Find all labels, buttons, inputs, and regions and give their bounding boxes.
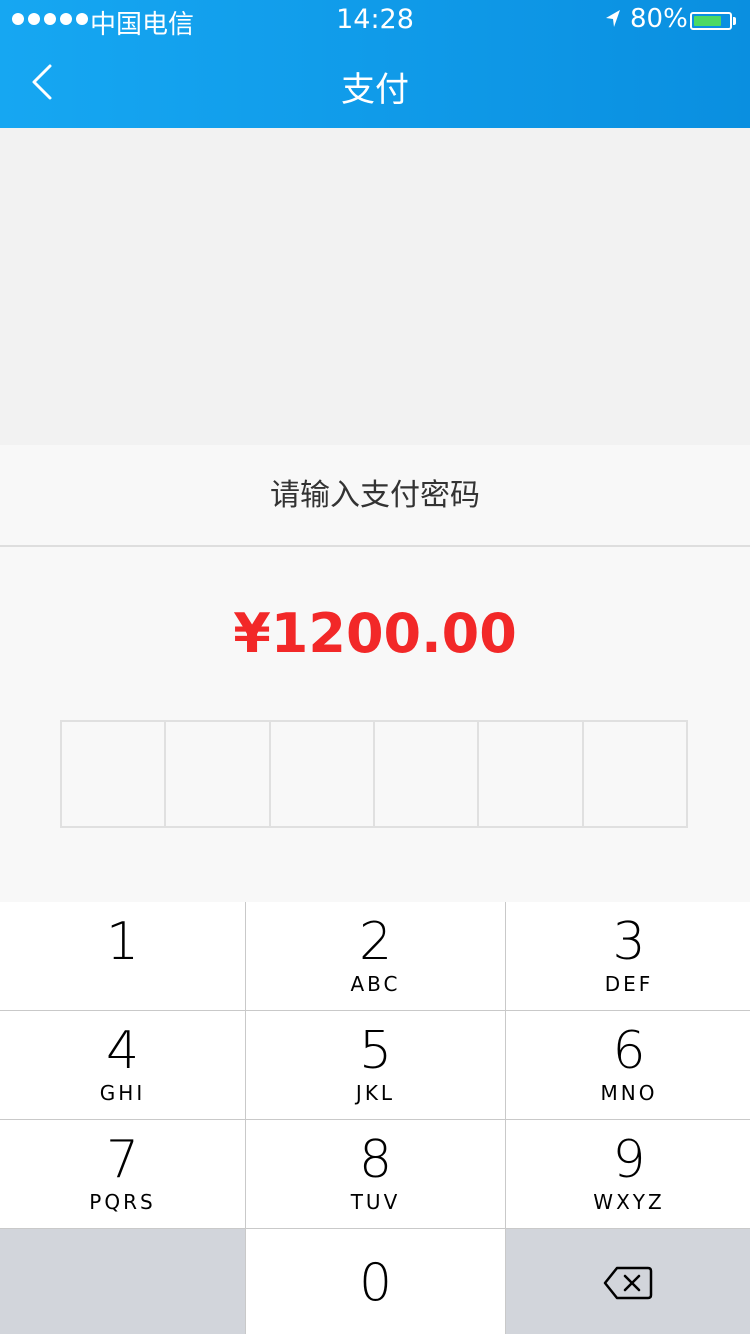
numeric-keypad: 1 2 ABC 3 DEF 4 GHI 5 JKL 6 MNO 7 PQRS 8… xyxy=(0,902,750,1334)
key-1[interactable]: 1 xyxy=(0,902,245,1010)
delete-key[interactable] xyxy=(506,1229,750,1334)
key-8[interactable]: 8 TUV xyxy=(246,1120,505,1228)
key-7[interactable]: 7 PQRS xyxy=(0,1120,245,1228)
location-arrow-icon xyxy=(606,10,620,27)
key-8-letters: TUV xyxy=(350,1190,401,1214)
payment-prompt: 请输入支付密码 xyxy=(0,445,750,547)
key-3-digit: 3 xyxy=(612,912,646,972)
battery-percent: 80% xyxy=(630,4,688,34)
key-blank xyxy=(0,1229,245,1334)
key-5[interactable]: 5 JKL xyxy=(246,1011,505,1119)
key-4-digit: 4 xyxy=(105,1021,140,1081)
password-input[interactable] xyxy=(60,720,688,828)
password-digit-cell[interactable] xyxy=(166,722,271,826)
key-9-letters: WXYZ xyxy=(593,1190,665,1214)
password-digit-cell[interactable] xyxy=(584,722,686,826)
key-5-letters: JKL xyxy=(355,1081,396,1105)
battery-tip xyxy=(733,17,736,25)
key-0-digit: 0 xyxy=(358,1253,393,1313)
battery-icon xyxy=(690,12,732,30)
password-digit-cell[interactable] xyxy=(479,722,584,826)
key-7-digit: 7 xyxy=(105,1130,140,1190)
password-digit-cell[interactable] xyxy=(271,722,375,826)
key-9[interactable]: 9 WXYZ xyxy=(506,1120,750,1228)
payment-amount: ¥1200.00 xyxy=(233,602,517,665)
key-5-digit: 5 xyxy=(358,1021,393,1081)
top-bar: 中国电信 14:28 80% 支付 xyxy=(0,0,750,128)
key-6-letters: MNO xyxy=(600,1081,658,1105)
key-0[interactable]: 0 xyxy=(246,1229,505,1334)
password-digit-cell[interactable] xyxy=(375,722,480,826)
key-3[interactable]: 3 DEF xyxy=(506,902,750,1010)
key-8-digit: 8 xyxy=(358,1130,393,1190)
key-1-digit: 1 xyxy=(105,912,140,972)
key-4[interactable]: 4 GHI xyxy=(0,1011,245,1119)
key-2-digit: 2 xyxy=(358,912,393,972)
key-2-letters: ABC xyxy=(350,972,401,996)
battery-level-fill xyxy=(694,16,721,26)
key-4-letters: GHI xyxy=(99,1081,146,1105)
key-2[interactable]: 2 ABC xyxy=(246,902,505,1010)
key-7-letters: PQRS xyxy=(89,1190,156,1214)
key-6[interactable]: 6 MNO xyxy=(506,1011,750,1119)
backspace-icon xyxy=(603,1266,653,1300)
key-9-digit: 9 xyxy=(612,1130,646,1190)
status-bar: 中国电信 14:28 80% xyxy=(0,0,750,40)
key-3-letters: DEF xyxy=(604,972,654,996)
payment-sheet: 请输入支付密码 ¥1200.00 xyxy=(0,445,750,902)
password-digit-cell[interactable] xyxy=(62,722,167,826)
page-title: 支付 xyxy=(341,70,409,110)
key-6-digit: 6 xyxy=(612,1021,646,1081)
